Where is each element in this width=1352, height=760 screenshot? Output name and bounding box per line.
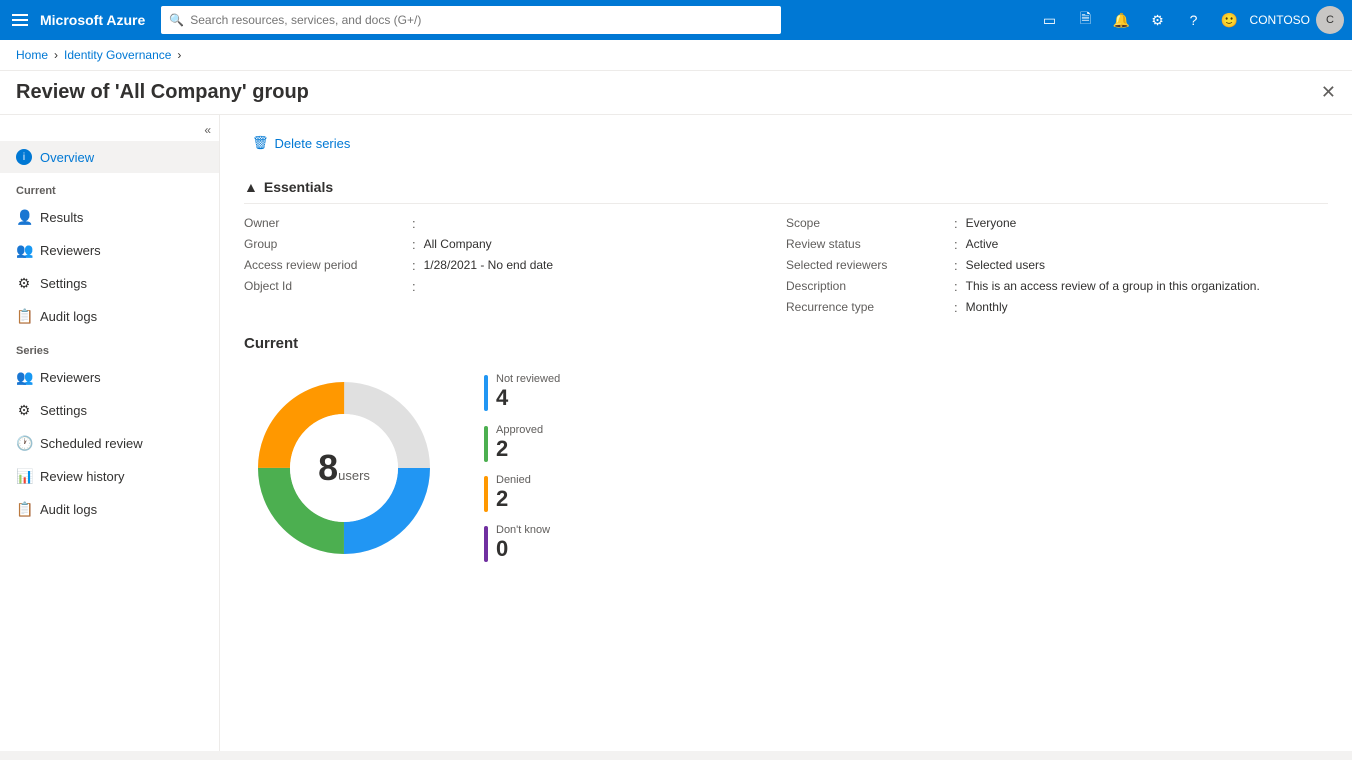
search-bar[interactable]: 🔍 bbox=[161, 6, 781, 34]
essentials-grid: Owner : Group : All Company Access revie… bbox=[244, 216, 1328, 315]
notifications-icon[interactable]: 🔔 bbox=[1106, 4, 1138, 36]
sidebar-s-reviewers-label: Reviewers bbox=[40, 370, 101, 385]
chevron-up-icon: ▲ bbox=[244, 179, 258, 195]
s-reviewers-icon: 👥 bbox=[16, 369, 32, 386]
dont-know-text: Don't know 0 bbox=[496, 524, 550, 562]
main-layout: « i Overview Current 👤 Results 👥 Reviewe… bbox=[0, 115, 1352, 751]
page-header: Review of 'All Company' group ✕ bbox=[0, 71, 1352, 115]
sidebar-item-settings[interactable]: ⚙ Settings bbox=[0, 267, 219, 300]
approved-bar bbox=[484, 426, 488, 462]
sidebar-item-results[interactable]: 👤 Results bbox=[0, 201, 219, 234]
field-recurrence: Recurrence type : Monthly bbox=[786, 300, 1328, 315]
collapse-button[interactable]: « bbox=[204, 123, 211, 137]
dont-know-bar bbox=[484, 526, 488, 562]
legend-item-denied: Denied 2 bbox=[484, 474, 560, 512]
donut-label: 8users bbox=[318, 447, 370, 489]
legend-item-dont-know: Don't know 0 bbox=[484, 524, 560, 562]
s-audit-icon: 📋 bbox=[16, 501, 32, 518]
sidebar-collapse: « bbox=[0, 119, 219, 141]
search-icon: 🔍 bbox=[169, 13, 184, 27]
user-label: CONTOSO bbox=[1250, 13, 1310, 27]
not-reviewed-text: Not reviewed 4 bbox=[496, 373, 560, 411]
sidebar-item-s-audit-logs[interactable]: 📋 Audit logs bbox=[0, 493, 219, 526]
field-access-period: Access review period : 1/28/2021 - No en… bbox=[244, 258, 786, 273]
breadcrumb-home[interactable]: Home bbox=[16, 48, 48, 62]
sidebar-overview-label: Overview bbox=[40, 150, 94, 165]
breadcrumb-sep-1: › bbox=[54, 48, 58, 62]
series-section-label: Series bbox=[0, 333, 219, 361]
settings-icon[interactable]: ⚙ bbox=[1142, 4, 1174, 36]
sidebar-reviewers-label: Reviewers bbox=[40, 243, 101, 258]
donut-number: 8 bbox=[318, 447, 338, 488]
not-reviewed-bar bbox=[484, 375, 488, 411]
sidebar-s-audit-label: Audit logs bbox=[40, 502, 97, 517]
nav-icons: ▭ 🗎 🔔 ⚙ ? 🙂 CONTOSO C bbox=[1034, 4, 1344, 36]
sidebar-scheduled-label: Scheduled review bbox=[40, 436, 143, 451]
s-settings-icon: ⚙ bbox=[16, 402, 32, 419]
field-object-id: Object Id : bbox=[244, 279, 786, 294]
sidebar-item-s-reviewers[interactable]: 👥 Reviewers bbox=[0, 361, 219, 394]
field-selected-reviewers: Selected reviewers : Selected users bbox=[786, 258, 1328, 273]
essentials-left: Owner : Group : All Company Access revie… bbox=[244, 216, 786, 315]
audit-logs-icon: 📋 bbox=[16, 308, 32, 325]
essentials-section: ▲ Essentials Owner : Group : All Company bbox=[244, 171, 1328, 315]
page-title: Review of 'All Company' group bbox=[16, 81, 309, 104]
field-review-status: Review status : Active bbox=[786, 237, 1328, 252]
sidebar-item-audit-logs[interactable]: 📋 Audit logs bbox=[0, 300, 219, 333]
breadcrumb: Home › Identity Governance › bbox=[0, 40, 1352, 71]
denied-text: Denied 2 bbox=[496, 474, 531, 512]
current-title: Current bbox=[244, 335, 1328, 352]
info-icon: i bbox=[16, 149, 32, 165]
chart-area: 8users Not reviewed 4 bbox=[244, 368, 1328, 568]
top-nav: Microsoft Azure 🔍 ▭ 🗎 🔔 ⚙ ? 🙂 CONTOSO C bbox=[0, 0, 1352, 40]
main-content: 🗑 Delete series ▲ Essentials Owner : bbox=[220, 115, 1352, 751]
denied-bar bbox=[484, 476, 488, 512]
sidebar-item-overview[interactable]: i Overview bbox=[0, 141, 219, 173]
sidebar-item-s-settings[interactable]: ⚙ Settings bbox=[0, 394, 219, 427]
breadcrumb-sep-2: › bbox=[177, 48, 181, 62]
sidebar: « i Overview Current 👤 Results 👥 Reviewe… bbox=[0, 115, 220, 751]
delete-icon: 🗑 bbox=[252, 135, 269, 151]
essentials-right: Scope : Everyone Review status : Active … bbox=[786, 216, 1328, 315]
donut-users-label: users bbox=[338, 468, 370, 483]
user-account[interactable]: CONTOSO C bbox=[1250, 6, 1344, 34]
search-input[interactable] bbox=[190, 13, 773, 27]
sidebar-results-label: Results bbox=[40, 210, 83, 225]
field-owner: Owner : bbox=[244, 216, 786, 231]
legend-item-not-reviewed: Not reviewed 4 bbox=[484, 373, 560, 411]
field-description: Description : This is an access review o… bbox=[786, 279, 1328, 294]
history-icon: 📊 bbox=[16, 468, 32, 485]
chart-legend: Not reviewed 4 Approved 2 bbox=[484, 373, 560, 563]
sidebar-history-label: Review history bbox=[40, 469, 125, 484]
feedback-icon[interactable]: 🙂 bbox=[1214, 4, 1246, 36]
reviewers-icon: 👥 bbox=[16, 242, 32, 259]
sidebar-audit-label: Audit logs bbox=[40, 309, 97, 324]
toolbar: 🗑 Delete series bbox=[244, 131, 1328, 155]
close-button[interactable]: ✕ bbox=[1321, 82, 1336, 103]
current-section-label: Current bbox=[0, 173, 219, 201]
cloud-shell-icon[interactable]: ▭ bbox=[1034, 4, 1066, 36]
hamburger-menu[interactable] bbox=[8, 10, 32, 30]
essentials-header[interactable]: ▲ Essentials bbox=[244, 171, 1328, 204]
legend-item-approved: Approved 2 bbox=[484, 424, 560, 462]
settings-icon: ⚙ bbox=[16, 275, 32, 292]
sidebar-item-reviewers[interactable]: 👥 Reviewers bbox=[0, 234, 219, 267]
sidebar-item-review-history[interactable]: 📊 Review history bbox=[0, 460, 219, 493]
help-icon[interactable]: ? bbox=[1178, 4, 1210, 36]
sidebar-settings-label: Settings bbox=[40, 276, 87, 291]
scheduled-icon: 🕐 bbox=[16, 435, 32, 452]
azure-logo: Microsoft Azure bbox=[40, 12, 145, 28]
sidebar-item-scheduled-review[interactable]: 🕐 Scheduled review bbox=[0, 427, 219, 460]
delete-series-button[interactable]: 🗑 Delete series bbox=[244, 131, 358, 155]
donut-chart: 8users bbox=[244, 368, 444, 568]
field-scope: Scope : Everyone bbox=[786, 216, 1328, 231]
avatar: C bbox=[1316, 6, 1344, 34]
results-icon: 👤 bbox=[16, 209, 32, 226]
portal-settings-icon[interactable]: 🗎 bbox=[1070, 4, 1102, 36]
approved-text: Approved 2 bbox=[496, 424, 543, 462]
current-section: Current bbox=[244, 335, 1328, 568]
field-group: Group : All Company bbox=[244, 237, 786, 252]
sidebar-s-settings-label: Settings bbox=[40, 403, 87, 418]
breadcrumb-parent[interactable]: Identity Governance bbox=[64, 48, 171, 62]
